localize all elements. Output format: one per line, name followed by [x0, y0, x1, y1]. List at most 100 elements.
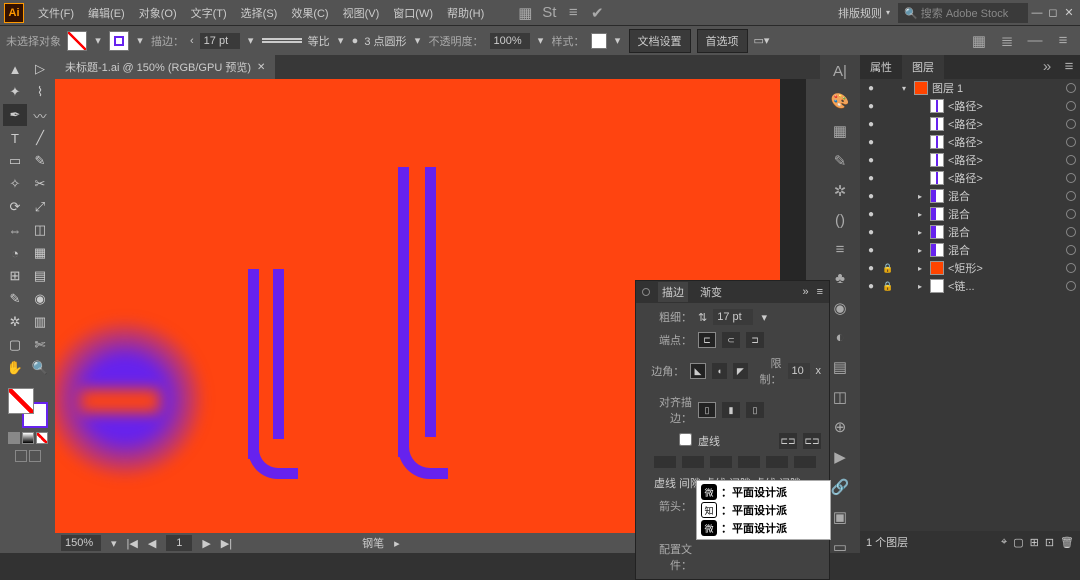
glyphs-panel-icon[interactable]: () — [829, 212, 851, 229]
pen-tool[interactable]: ✒ — [3, 104, 27, 126]
curvature-tool[interactable]: 〰 — [28, 104, 52, 126]
transparency-panel-icon[interactable]: ◐ — [829, 329, 851, 346]
workspace-switch[interactable]: 排版规则▾ — [832, 3, 896, 23]
visibility-icon[interactable]: ● — [864, 83, 878, 94]
brush-tool[interactable]: ✎ — [28, 150, 52, 172]
opacity-input[interactable]: 100% — [490, 33, 530, 49]
layer-row[interactable]: ●<路径> — [860, 169, 1080, 187]
target-icon[interactable] — [1066, 281, 1076, 291]
locate-layer-icon[interactable]: ⌖ — [1001, 536, 1007, 549]
gap-input[interactable] — [794, 456, 816, 468]
rectangle-tool[interactable]: ▭ — [3, 150, 27, 172]
view-ruler-icon[interactable]: — — [1024, 30, 1046, 52]
corner-round[interactable]: ◖ — [712, 363, 727, 379]
fill-swatch[interactable] — [67, 31, 87, 51]
dash-input[interactable] — [710, 456, 732, 468]
fill-stroke-indicator[interactable] — [8, 388, 48, 428]
transform-panel-icon[interactable]: ⊕ — [829, 418, 851, 436]
align-outside[interactable]: ▯ — [746, 402, 764, 418]
visibility-icon[interactable]: ● — [864, 155, 878, 166]
gap-input[interactable] — [682, 456, 704, 468]
visibility-icon[interactable]: ● — [864, 245, 878, 256]
layer-name[interactable]: 混合 — [948, 224, 1062, 240]
stock-icon[interactable]: St — [538, 2, 560, 24]
gradient-tool[interactable]: ▤ — [28, 265, 52, 287]
menu-file[interactable]: 文件(F) — [32, 2, 80, 24]
visibility-icon[interactable]: ● — [864, 227, 878, 238]
eraser-tool[interactable]: ✂ — [28, 173, 52, 195]
style-dropdown[interactable]: ▾ — [613, 34, 623, 47]
screen-full-icon[interactable] — [29, 450, 41, 462]
profile-preview[interactable] — [262, 38, 302, 43]
stroke-weight-dropdown[interactable]: ▾ — [246, 34, 256, 47]
lasso-tool[interactable]: ⌇ — [28, 81, 52, 103]
limit-input[interactable]: 10 — [788, 363, 810, 379]
artboard-nav-prev[interactable]: ◀ — [148, 537, 156, 550]
color-mode-icon[interactable] — [8, 432, 20, 444]
char-panel-icon[interactable]: A| — [829, 63, 851, 80]
window-restore-icon[interactable]: ◻ — [1046, 6, 1060, 20]
visibility-icon[interactable]: ● — [864, 173, 878, 184]
mesh-tool[interactable]: ⊞ — [3, 265, 27, 287]
asset-export-panel-icon[interactable]: ▣ — [829, 508, 851, 526]
menu-help[interactable]: 帮助(H) — [441, 2, 490, 24]
slice-tool[interactable]: ✄ — [28, 334, 52, 356]
width-tool[interactable]: ⇔ — [3, 219, 27, 241]
target-icon[interactable] — [1066, 227, 1076, 237]
view-more-icon[interactable]: ≡ — [1052, 30, 1074, 52]
dash-preserve-icon[interactable]: ⊏⊐ — [779, 433, 797, 449]
style-swatch[interactable] — [591, 33, 607, 49]
target-icon[interactable] — [1066, 263, 1076, 273]
graph-tool[interactable]: ▥ — [28, 311, 52, 333]
brush-dropdown[interactable]: ▾ — [413, 34, 423, 47]
disclosure-icon[interactable]: ▸ — [918, 192, 926, 201]
brushes-panel-icon[interactable]: ✎ — [829, 152, 851, 170]
visibility-icon[interactable]: ● — [864, 101, 878, 112]
corner-miter[interactable]: ◣ — [690, 363, 705, 379]
view-grid-icon[interactable]: ▦ — [968, 30, 990, 52]
layer-name[interactable]: <链... — [948, 278, 1062, 294]
free-transform-tool[interactable]: ◫ — [28, 219, 52, 241]
menu-effect[interactable]: 效果(C) — [285, 2, 334, 24]
target-icon[interactable] — [1066, 173, 1076, 183]
target-icon[interactable] — [1066, 137, 1076, 147]
swatches-panel-icon[interactable]: ▦ — [829, 122, 851, 140]
layer-row[interactable]: ● <路径> — [860, 133, 1080, 151]
artboard-nav-first[interactable]: |◀ — [127, 537, 138, 550]
shape-builder-tool[interactable]: ◔ — [3, 242, 27, 264]
weight-dropdown[interactable]: ▾ — [759, 311, 769, 324]
layer-name[interactable]: <路径> — [948, 152, 1062, 168]
layer-row[interactable]: ● <路径> — [860, 115, 1080, 133]
new-sublayer-icon[interactable]: ⊞ — [1030, 536, 1039, 549]
arrange-icon[interactable]: ▦ — [514, 2, 536, 24]
layer-name[interactable]: <路径> — [948, 116, 1062, 132]
layer-row[interactable]: ●▾图层 1 — [860, 79, 1080, 97]
dash-align-icon[interactable]: ⊏⊐ — [803, 433, 821, 449]
visibility-icon[interactable]: ● — [864, 209, 878, 220]
disclosure-icon[interactable]: ▾ — [902, 84, 910, 93]
actions-panel-icon[interactable]: ▶ — [829, 448, 851, 466]
visibility-icon[interactable]: ● — [864, 191, 878, 202]
visibility-icon[interactable]: ● — [864, 137, 878, 148]
lock-icon[interactable]: 🔒 — [882, 281, 894, 292]
dashed-checkbox[interactable] — [679, 433, 692, 446]
layer-name[interactable]: <路径> — [948, 134, 1062, 150]
rotate-tool[interactable]: ⟳ — [3, 196, 27, 218]
artboards-panel-icon[interactable]: ▭ — [829, 538, 851, 556]
layer-row[interactable]: ●🔒▸<链... — [860, 277, 1080, 295]
weight-input[interactable]: 17 pt — [713, 309, 753, 325]
panel-collapse-icon[interactable]: » — [1036, 55, 1058, 77]
type-tool[interactable]: T — [3, 127, 27, 149]
disclosure-icon[interactable]: ▸ — [918, 246, 926, 255]
tab-properties[interactable]: 属性 — [860, 55, 902, 79]
weight-stepper[interactable]: ⇅ — [698, 311, 707, 324]
layer-row[interactable]: ●▸混合 — [860, 241, 1080, 259]
opacity-dropdown[interactable]: ▾ — [536, 34, 546, 47]
document-tab[interactable]: 未标题-1.ai @ 150% (RGB/GPU 预览) ✕ — [55, 55, 275, 79]
target-icon[interactable] — [1066, 101, 1076, 111]
zoom-tool[interactable]: 🔍 — [28, 357, 52, 379]
visibility-icon[interactable]: ● — [864, 119, 878, 130]
tab-layers[interactable]: 图层 — [902, 55, 944, 79]
visibility-icon[interactable]: ● — [864, 281, 878, 292]
direct-selection-tool[interactable]: ▷ — [28, 58, 52, 80]
